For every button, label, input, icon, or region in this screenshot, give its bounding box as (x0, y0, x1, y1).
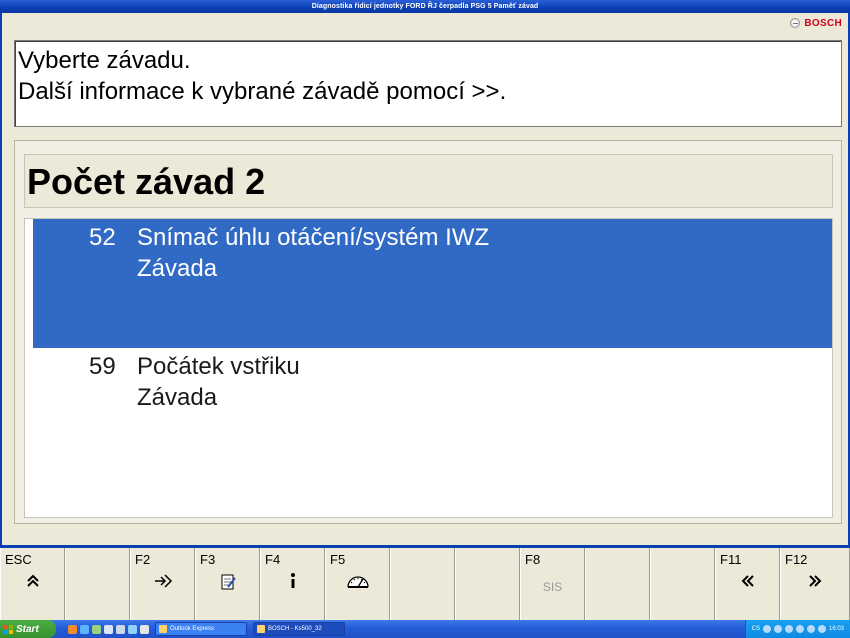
fault-status: Závada (137, 255, 218, 282)
fault-item-52[interactable]: 52 Snímač úhlu otáčení/systém IWZ Závada (33, 219, 832, 348)
ie-icon[interactable] (80, 624, 89, 634)
empty-key-slot (65, 548, 130, 620)
window-title: Diagnostika řídicí jednotky FORD ŘJ čerp… (0, 0, 850, 13)
key-label: ESC (5, 552, 32, 567)
fault-code: 52 (89, 224, 116, 251)
sis-label: SIS (542, 580, 563, 594)
app-icon[interactable] (92, 624, 101, 634)
key-label: F4 (265, 552, 281, 567)
function-key-bar: ESC F2 F3 F4 F5 F8 SIS F11 F12 (0, 545, 850, 620)
volume-icon[interactable] (817, 625, 826, 633)
key-label: F12 (785, 552, 808, 567)
app-icon[interactable] (140, 624, 149, 634)
f3-key-button[interactable]: F3 (195, 548, 260, 620)
windows-logo-icon (4, 624, 13, 634)
f4-key-button[interactable]: F4 (260, 548, 325, 620)
instruction-line-1: Vyberte závadu. (18, 47, 191, 74)
key-label: F2 (135, 552, 151, 567)
start-label: Start (16, 623, 39, 635)
instruction-box: Vyberte závadu. Další informace k vybran… (14, 40, 842, 127)
task-label: Outlook Express (170, 626, 215, 632)
bosch-armature-icon (790, 18, 801, 28)
f11-key-button[interactable]: F11 (715, 548, 780, 620)
fault-name: Počátek vstřiku (137, 353, 300, 380)
f12-key-button[interactable]: F12 (780, 548, 850, 620)
tray-icon[interactable] (784, 625, 793, 633)
brand-name: BOSCH (804, 17, 842, 29)
key-label: F8 (525, 552, 541, 567)
fault-code: 59 (89, 353, 116, 380)
f8-key-button[interactable]: F8 SIS (520, 548, 585, 620)
info-icon (261, 572, 324, 595)
f5-key-button[interactable]: F5 (325, 548, 390, 620)
gauge-icon (326, 572, 389, 594)
fault-list[interactable]: 52 Snímač úhlu otáčení/systém IWZ Závada… (24, 218, 833, 518)
bosch-app-icon (257, 625, 265, 633)
fault-name: Snímač úhlu otáčení/systém IWZ (137, 224, 490, 251)
key-label: F5 (330, 552, 346, 567)
firefox-icon[interactable] (68, 624, 77, 634)
empty-key-slot (585, 548, 650, 620)
tray-icon[interactable] (795, 625, 804, 633)
fault-item-59[interactable]: 59 Počátek vstřiku Závada (25, 348, 832, 477)
app-icon[interactable] (104, 624, 113, 634)
f2-key-button[interactable]: F2 (130, 548, 195, 620)
outlook-icon (159, 625, 167, 633)
key-label: F3 (200, 552, 216, 567)
fault-status: Závada (137, 384, 218, 411)
brand-logo: BOSCH (790, 16, 842, 30)
app-icon[interactable] (116, 624, 125, 634)
taskbar-button-bosch[interactable]: BOSCH - Ks500_32 (253, 622, 345, 636)
key-label: F11 (720, 552, 742, 567)
windows-taskbar: Start Outlook Express BOSCH - Ks500_32 C… (0, 620, 850, 638)
double-left-chevron-icon (716, 572, 779, 594)
app-icon[interactable] (128, 624, 137, 634)
start-button[interactable]: Start (0, 620, 56, 638)
quick-launch (68, 624, 149, 634)
tray-icon[interactable] (762, 625, 771, 633)
arrow-into-icon (131, 572, 194, 594)
language-indicator[interactable]: CS (752, 626, 760, 632)
clock: 16:03 (828, 626, 844, 632)
tray-icon[interactable] (773, 625, 782, 633)
tray-icon[interactable] (806, 625, 815, 633)
task-label: BOSCH - Ks500_32 (268, 626, 322, 632)
app-window: BOSCH Vyberte závadu. Další informace k … (0, 13, 850, 545)
empty-key-slot (455, 548, 520, 620)
notepad-edit-icon (196, 572, 259, 597)
system-tray: CS 16:03 (744, 620, 850, 638)
esc-key-button[interactable]: ESC (0, 548, 65, 620)
double-up-chevron-icon (1, 572, 64, 594)
fault-count-heading: Počet závad 2 (24, 154, 833, 208)
empty-key-slot (650, 548, 715, 620)
double-right-chevron-icon (781, 572, 849, 594)
empty-key-slot (390, 548, 455, 620)
fault-panel: Počet závad 2 52 Snímač úhlu otáčení/sys… (14, 140, 842, 524)
instruction-line-2: Další informace k vybrané závadě pomocí … (18, 78, 507, 105)
taskbar-button-outlook[interactable]: Outlook Express (155, 622, 247, 636)
